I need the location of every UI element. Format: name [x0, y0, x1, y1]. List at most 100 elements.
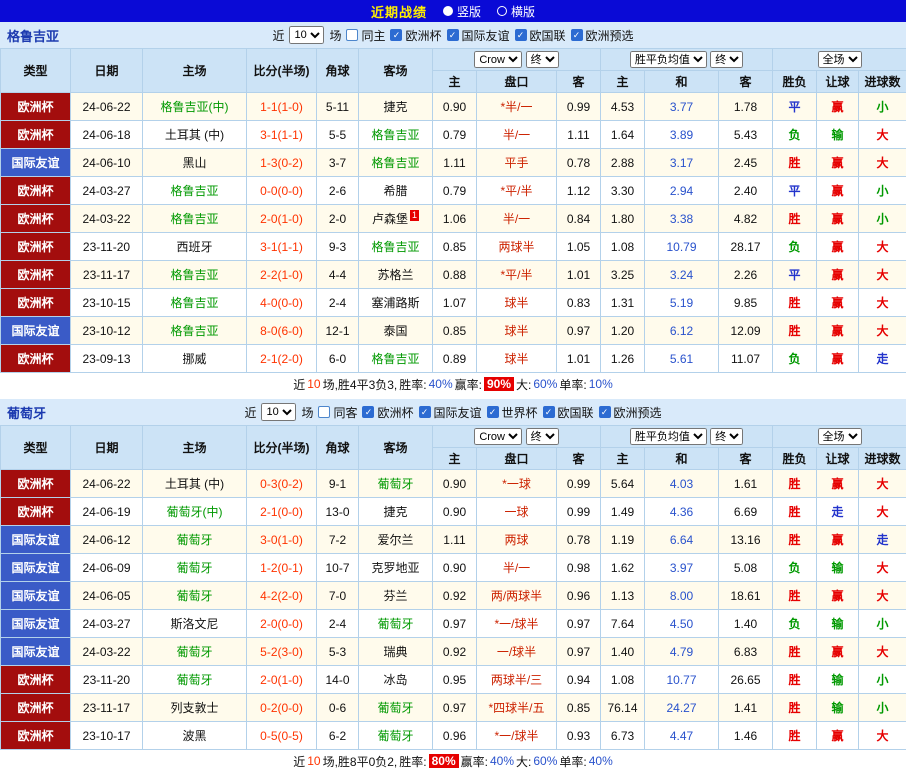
recent-count-select[interactable]: 10	[289, 26, 324, 44]
cell-away-odds: 1.11	[557, 121, 601, 149]
col-odds-home: 主	[433, 71, 477, 93]
cell-avg-home: 1.13	[601, 582, 645, 610]
cell-competition: 国际友谊	[1, 317, 71, 345]
cell-result: 负	[773, 610, 817, 638]
match-row: 国际友谊24-03-27斯洛文尼2-0(0-0)2-4葡萄牙0.97*一/球半0…	[1, 610, 906, 638]
cell-avg-draw: 4.36	[645, 498, 719, 526]
checkbox-icon[interactable]: ✓	[419, 406, 431, 418]
summary-record: 场,胜8平0负2,	[323, 753, 398, 770]
section-georgia: 格鲁吉亚 近10场同主✓欧洲杯✓国际友谊✓欧国联✓欧洲预选 类型 日期 主场 比…	[0, 22, 906, 395]
cell-handicap: 两球	[477, 526, 557, 554]
cell-corners: 6-0	[317, 345, 359, 373]
cell-result: 平	[773, 177, 817, 205]
filter-checkbox-label: 国际友谊	[462, 27, 510, 44]
cell-away-team: 希腊	[359, 177, 433, 205]
match-row: 欧洲杯23-11-20葡萄牙2-0(1-0)14-0冰岛0.95两球半/三0.9…	[1, 666, 906, 694]
filter-checkbox-3[interactable]: ✓欧国联	[515, 27, 566, 44]
cell-date: 23-11-20	[71, 233, 143, 261]
cell-score: 3-1(1-1)	[247, 121, 317, 149]
avg-source-select[interactable]: 胜平负均值	[630, 51, 707, 68]
cell-home-odds: 0.79	[433, 177, 477, 205]
checkbox-icon[interactable]: ✓	[571, 29, 583, 41]
filter-checkbox-3[interactable]: ✓世界杯	[487, 404, 538, 421]
cell-home-odds: 0.97	[433, 610, 477, 638]
cell-date: 24-03-22	[71, 205, 143, 233]
match-row: 欧洲杯23-10-17波黑0-5(0-5)6-2葡萄牙0.96*一/球半0.93…	[1, 722, 906, 750]
cell-avg-home: 1.08	[601, 666, 645, 694]
checkbox-icon[interactable]: ✓	[447, 29, 459, 41]
odds-source-select[interactable]: Crow	[474, 428, 522, 445]
filter-checkbox-0[interactable]: 同主	[346, 27, 385, 44]
match-row: 欧洲杯24-06-22格鲁吉亚(中)1-1(1-0)5-11捷克0.90*半/一…	[1, 93, 906, 121]
cell-avg-away: 13.16	[719, 526, 773, 554]
red-card-badge: 1	[410, 210, 419, 221]
stat-label-1: 赢率:	[461, 753, 488, 770]
avg-final-select[interactable]: 终	[710, 51, 743, 68]
cell-score: 1-3(0-2)	[247, 149, 317, 177]
cell-avg-draw: 4.47	[645, 722, 719, 750]
cell-result: 胜	[773, 638, 817, 666]
cell-avg-away: 9.85	[719, 289, 773, 317]
cell-avg-draw: 5.61	[645, 345, 719, 373]
cell-goals-result: 大	[859, 261, 906, 289]
filter-checkbox-4[interactable]: ✓欧洲预选	[571, 27, 634, 44]
cell-result: 负	[773, 233, 817, 261]
odds-final-select[interactable]: 终	[526, 51, 559, 68]
cell-away-odds: 0.97	[557, 638, 601, 666]
summary-prefix: 近	[293, 376, 305, 393]
checkbox-icon[interactable]: ✓	[543, 406, 555, 418]
filter-checkbox-0[interactable]: 同客	[318, 404, 357, 421]
cell-competition: 欧洲杯	[1, 345, 71, 373]
odds-source-select[interactable]: Crow	[474, 51, 522, 68]
checkbox-icon[interactable]: ✓	[487, 406, 499, 418]
radio-unselected-icon[interactable]	[497, 6, 507, 16]
filter-checkbox-label: 世界杯	[502, 404, 538, 421]
filter-checkbox-2[interactable]: ✓国际友谊	[447, 27, 510, 44]
cell-handicap: 球半	[477, 289, 557, 317]
radio-vertical-layout[interactable]: 竖版	[443, 3, 481, 20]
cell-away-team: 葡萄牙	[359, 722, 433, 750]
filter-checkbox-label: 欧洲预选	[614, 404, 662, 421]
filter-checkbox-label: 欧洲杯	[405, 27, 441, 44]
col-away: 客场	[359, 49, 433, 93]
cell-handicap: *一/球半	[477, 722, 557, 750]
cell-score: 2-2(1-0)	[247, 261, 317, 289]
filter-checkbox-1[interactable]: ✓欧洲杯	[390, 27, 441, 44]
scope-select[interactable]: 全场	[818, 51, 862, 68]
cell-handicap: *四球半/五	[477, 694, 557, 722]
filter-checkbox-1[interactable]: ✓欧洲杯	[362, 404, 413, 421]
scope-select[interactable]: 全场	[818, 428, 862, 445]
col-avg-home: 主	[601, 448, 645, 470]
cell-corners: 5-5	[317, 121, 359, 149]
cell-avg-draw: 24.27	[645, 694, 719, 722]
filter-checkbox-4[interactable]: ✓欧国联	[543, 404, 594, 421]
filter-checkbox-5[interactable]: ✓欧洲预选	[599, 404, 662, 421]
cell-avg-away: 2.40	[719, 177, 773, 205]
checkbox-icon[interactable]	[318, 406, 330, 418]
checkbox-icon[interactable]: ✓	[362, 406, 374, 418]
cell-score: 5-2(3-0)	[247, 638, 317, 666]
avg-final-select[interactable]: 终	[710, 428, 743, 445]
cell-handicap: 球半	[477, 345, 557, 373]
match-row: 欧洲杯23-11-17列支敦士0-2(0-0)0-6葡萄牙0.97*四球半/五0…	[1, 694, 906, 722]
checkbox-icon[interactable]: ✓	[599, 406, 611, 418]
cell-date: 24-06-09	[71, 554, 143, 582]
checkbox-icon[interactable]: ✓	[515, 29, 527, 41]
cell-goals-result: 大	[859, 554, 906, 582]
avg-source-select[interactable]: 胜平负均值	[630, 428, 707, 445]
radio-horizontal-layout[interactable]: 横版	[497, 3, 535, 20]
cell-competition: 国际友谊	[1, 149, 71, 177]
checkbox-icon[interactable]	[346, 29, 358, 41]
checkbox-icon[interactable]: ✓	[390, 29, 402, 41]
recent-count-select[interactable]: 10	[261, 403, 296, 421]
odds-final-select[interactable]: 终	[526, 428, 559, 445]
cell-corners: 2-6	[317, 177, 359, 205]
col-odds-away: 客	[557, 71, 601, 93]
cell-handicap-result: 走	[817, 498, 859, 526]
cell-avg-home: 1.26	[601, 345, 645, 373]
radio-selected-icon[interactable]	[443, 6, 453, 16]
cell-avg-draw: 3.17	[645, 149, 719, 177]
cell-home-odds: 1.07	[433, 289, 477, 317]
filter-checkbox-2[interactable]: ✓国际友谊	[419, 404, 482, 421]
cell-home-team: 格鲁吉亚	[143, 289, 247, 317]
